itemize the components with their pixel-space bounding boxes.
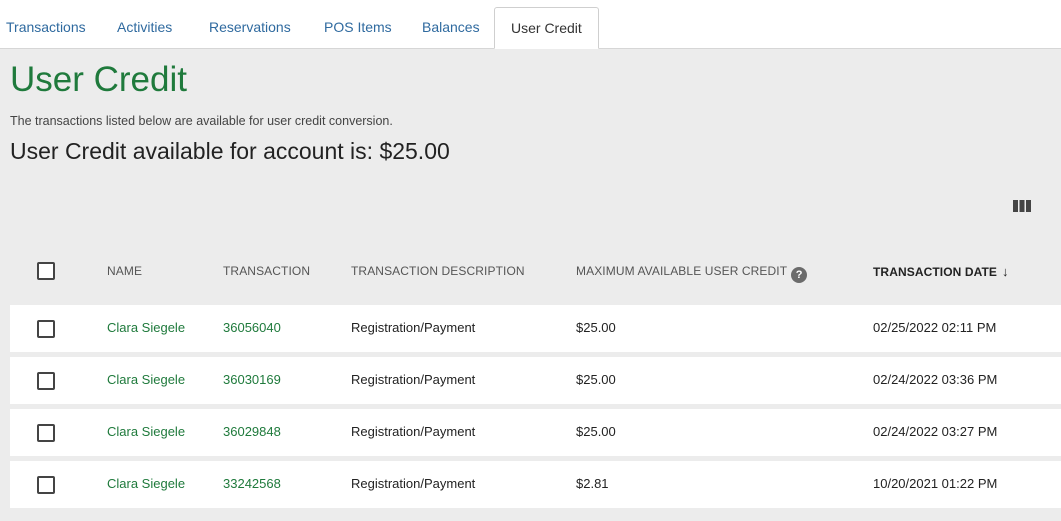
table-row[interactable]: Clara Siegele 36029848 Registration/Paym… xyxy=(10,409,1061,456)
row-checkbox[interactable] xyxy=(37,372,55,390)
row-date: 02/24/2022 03:36 PM xyxy=(873,372,998,387)
row-transaction-link[interactable]: 36030169 xyxy=(223,372,281,387)
row-credit: $25.00 xyxy=(576,320,616,335)
tab-pos-items[interactable]: POS Items xyxy=(324,0,392,49)
select-all-checkbox[interactable] xyxy=(37,262,55,280)
tab-reservations[interactable]: Reservations xyxy=(209,0,291,49)
tab-transactions[interactable]: Transactions xyxy=(6,0,86,49)
column-header-max-credit[interactable]: MAXIMUM AVAILABLE USER CREDIT? xyxy=(576,264,808,283)
table-header: NAME TRANSACTION TRANSACTION DESCRIPTION… xyxy=(10,240,1061,300)
row-name-link[interactable]: Clara Siegele xyxy=(107,372,185,387)
row-date: 02/25/2022 02:11 PM xyxy=(873,320,997,335)
table-row[interactable]: Clara Siegele 33242568 Registration/Paym… xyxy=(10,461,1061,508)
user-credit-table: NAME TRANSACTION TRANSACTION DESCRIPTION… xyxy=(10,240,1061,508)
columns-icon[interactable] xyxy=(1012,198,1032,214)
column-header-transaction-date[interactable]: TRANSACTION DATE ↓ xyxy=(873,264,1009,279)
credit-available-text: User Credit available for account is: $2… xyxy=(10,138,450,164)
page-subtitle: The transactions listed below are availa… xyxy=(10,114,393,128)
row-description: Registration/Payment xyxy=(351,320,476,335)
sort-descending-icon: ↓ xyxy=(1002,264,1009,279)
row-checkbox[interactable] xyxy=(37,424,55,442)
table-row[interactable]: Clara Siegele 36056040 Registration/Paym… xyxy=(10,305,1061,352)
row-transaction-link[interactable]: 33242568 xyxy=(223,476,281,491)
row-name-link[interactable]: Clara Siegele xyxy=(107,476,185,491)
column-header-name[interactable]: NAME xyxy=(107,264,142,278)
row-date: 10/20/2021 01:22 PM xyxy=(873,476,998,491)
table-row[interactable]: Clara Siegele 36030169 Registration/Paym… xyxy=(10,357,1061,404)
column-header-description[interactable]: TRANSACTION DESCRIPTION xyxy=(351,264,525,278)
column-header-max-credit-label: MAXIMUM AVAILABLE USER CREDIT xyxy=(576,264,788,278)
row-checkbox[interactable] xyxy=(37,476,55,494)
row-credit: $25.00 xyxy=(576,424,616,439)
row-description: Registration/Payment xyxy=(351,424,476,439)
row-name-link[interactable]: Clara Siegele xyxy=(107,320,185,335)
tab-activities[interactable]: Activities xyxy=(117,0,172,49)
tab-user-credit[interactable]: User Credit xyxy=(494,7,599,49)
page-title: User Credit xyxy=(10,60,187,99)
column-header-transaction[interactable]: TRANSACTION xyxy=(223,264,310,278)
column-header-date-label: TRANSACTION DATE xyxy=(873,265,998,279)
row-date: 02/24/2022 03:27 PM xyxy=(873,424,998,439)
row-transaction-link[interactable]: 36056040 xyxy=(223,320,281,335)
row-name-link[interactable]: Clara Siegele xyxy=(107,424,185,439)
row-checkbox[interactable] xyxy=(37,320,55,338)
help-icon[interactable]: ? xyxy=(791,267,808,283)
tab-balances[interactable]: Balances xyxy=(422,0,480,49)
row-transaction-link[interactable]: 36029848 xyxy=(223,424,281,439)
tab-bar: Transactions Activities Reservations POS… xyxy=(0,0,1061,49)
row-credit: $2.81 xyxy=(576,476,609,491)
row-description: Registration/Payment xyxy=(351,476,476,491)
row-credit: $25.00 xyxy=(576,372,616,387)
row-description: Registration/Payment xyxy=(351,372,476,387)
